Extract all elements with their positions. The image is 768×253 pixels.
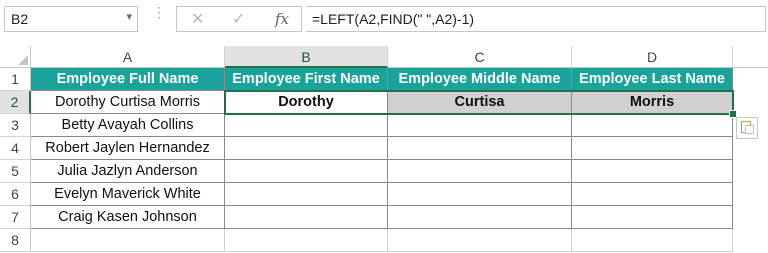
- last-name-cell[interactable]: [572, 137, 733, 160]
- check-icon[interactable]: ✓: [232, 9, 245, 29]
- formula-buttons: ✕ ✓ fx: [176, 6, 302, 32]
- name-box-value: B2: [11, 11, 29, 27]
- column-header-b[interactable]: B: [225, 46, 388, 68]
- last-name-cell[interactable]: [572, 160, 733, 183]
- middle-name-cell[interactable]: [388, 183, 572, 206]
- quick-analysis-icon[interactable]: [736, 117, 758, 139]
- select-all-button[interactable]: [0, 46, 31, 68]
- insert-function-button[interactable]: fx: [275, 10, 289, 28]
- formula-text: =LEFT(A2,FIND(" ",A2)-1): [312, 11, 475, 27]
- table-header-first-name[interactable]: Employee First Name: [225, 68, 388, 91]
- empty-cell[interactable]: [31, 229, 225, 252]
- row-header-1[interactable]: 1: [0, 68, 31, 91]
- last-name-cell[interactable]: Morris: [572, 91, 733, 114]
- table-header-full-name[interactable]: Employee Full Name: [31, 68, 225, 91]
- first-name-cell[interactable]: [225, 160, 388, 183]
- column-header-e[interactable]: [733, 46, 768, 68]
- formula-input[interactable]: =LEFT(A2,FIND(" ",A2)-1): [306, 6, 766, 32]
- column-header-a[interactable]: A: [31, 46, 225, 68]
- full-name-cell[interactable]: Dorothy Curtisa Morris: [31, 91, 225, 114]
- chevron-down-icon[interactable]: ▾: [126, 10, 132, 23]
- middle-name-cell[interactable]: [388, 137, 572, 160]
- table-header-last-name[interactable]: Employee Last Name: [572, 68, 733, 91]
- column-header-d[interactable]: D: [572, 46, 733, 68]
- drag-handle-icon[interactable]: ⋮: [152, 5, 166, 19]
- row-header-7[interactable]: 7: [0, 206, 31, 229]
- last-name-cell[interactable]: [572, 114, 733, 137]
- full-name-cell[interactable]: Betty Avayah Collins: [31, 114, 225, 137]
- row-header-2[interactable]: 2: [0, 91, 31, 114]
- name-box[interactable]: B2 ▾: [4, 6, 138, 32]
- row-header-3[interactable]: 3: [0, 114, 31, 137]
- middle-name-cell[interactable]: Curtisa: [388, 91, 572, 114]
- row-header-6[interactable]: 6: [0, 183, 31, 206]
- first-name-cell[interactable]: [225, 183, 388, 206]
- formula-bar: B2 ▾ ⋮ ✕ ✓ fx =LEFT(A2,FIND(" ",A2)-1): [0, 0, 768, 40]
- column-header-c[interactable]: C: [388, 46, 572, 68]
- full-name-cell[interactable]: Julia Jazlyn Anderson: [31, 160, 225, 183]
- empty-cell[interactable]: [225, 229, 388, 252]
- middle-name-cell[interactable]: [388, 206, 572, 229]
- row-header-5[interactable]: 5: [0, 160, 31, 183]
- first-name-cell[interactable]: [225, 137, 388, 160]
- close-icon[interactable]: ✕: [191, 9, 204, 29]
- last-name-cell[interactable]: [572, 183, 733, 206]
- row-header-4[interactable]: 4: [0, 137, 31, 160]
- empty-cell[interactable]: [572, 229, 733, 252]
- full-name-cell[interactable]: Evelyn Maverick White: [31, 183, 225, 206]
- middle-name-cell[interactable]: [388, 114, 572, 137]
- first-name-cell[interactable]: [225, 114, 388, 137]
- empty-cell[interactable]: [388, 229, 572, 252]
- middle-name-cell[interactable]: [388, 160, 572, 183]
- first-name-cell[interactable]: [225, 206, 388, 229]
- full-name-cell[interactable]: Robert Jaylen Hernandez: [31, 137, 225, 160]
- last-name-cell[interactable]: [572, 206, 733, 229]
- table-header-middle-name[interactable]: Employee Middle Name: [388, 68, 572, 91]
- row-header-8[interactable]: 8: [0, 229, 31, 252]
- first-name-cell[interactable]: Dorothy: [225, 91, 388, 114]
- full-name-cell[interactable]: Craig Kasen Johnson: [31, 206, 225, 229]
